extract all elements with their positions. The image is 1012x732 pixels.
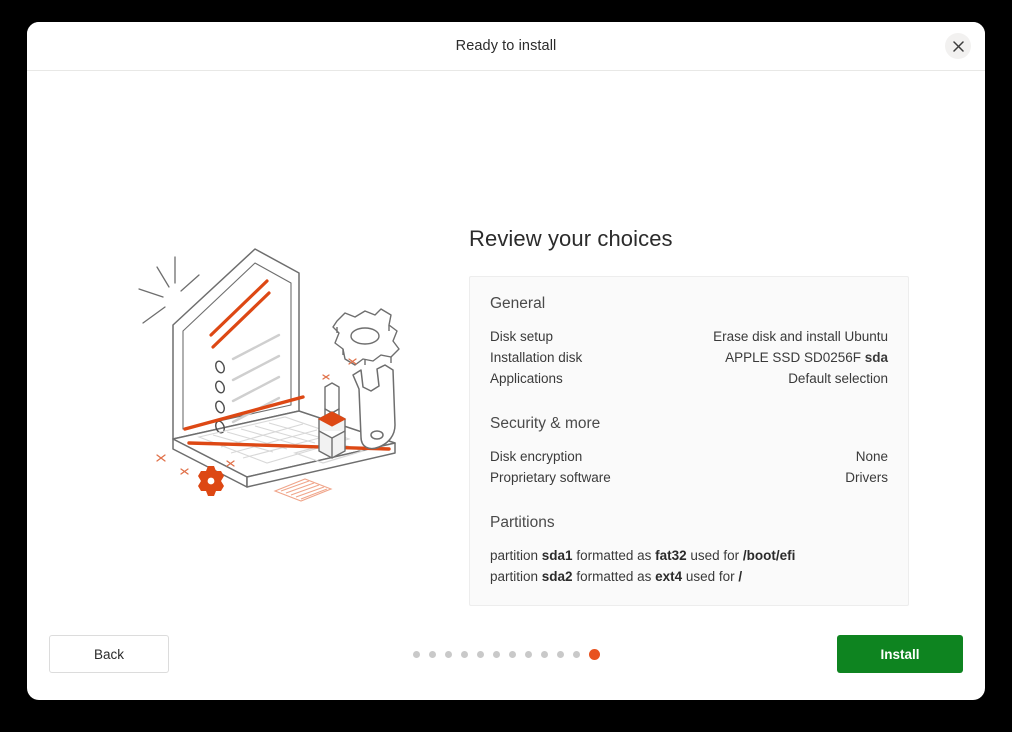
summary-key: Disk setup (490, 329, 554, 344)
window-content: Review your choices General Disk setup E… (27, 71, 985, 700)
pagination-dot[interactable] (492, 650, 500, 658)
hatch-decoration (273, 478, 333, 502)
summary-key: Installation disk (490, 350, 583, 365)
pagination-dot[interactable] (524, 650, 532, 658)
partition-mountpoint: / (738, 568, 743, 584)
partition-prefix: partition (490, 548, 542, 563)
summary-value: Drivers (845, 468, 888, 488)
summary-key: Applications (490, 371, 563, 386)
gear-outline-icon (332, 308, 400, 366)
pagination-dot[interactable] (460, 650, 468, 658)
section-heading-security: Security & more (490, 415, 601, 432)
partition-filesystem: fat32 (655, 548, 687, 563)
partition-mountpoint: /boot/efi (742, 548, 796, 563)
close-button[interactable] (945, 33, 971, 59)
pagination-dot[interactable] (540, 650, 548, 658)
summary-value: Erase disk and install Ubuntu (713, 327, 888, 347)
summary-row-disk-encryption: Disk encryption None (490, 447, 888, 467)
summary-row-disk-setup: Disk setup Erase disk and install Ubuntu (490, 327, 888, 347)
installer-review-illustration (127, 239, 417, 519)
pagination-dot[interactable] (508, 650, 516, 658)
summary-value-text: Drivers (845, 470, 888, 485)
summary-row-applications: Applications Default selection (490, 369, 888, 389)
partition-device: sda1 (541, 548, 573, 563)
pagination-dot[interactable] (556, 650, 564, 658)
pagination-dot[interactable] (428, 650, 436, 658)
summary-value-bold: sda (864, 350, 888, 365)
page-title: Review your choices (469, 226, 673, 251)
pagination-dot[interactable] (572, 650, 580, 658)
partition-suffix: used for (686, 548, 743, 563)
window-titlebar: Ready to install (27, 22, 985, 71)
pagination-dot-active[interactable] (588, 648, 600, 660)
back-button[interactable]: Back (49, 635, 169, 673)
summary-value-text: Erase disk and install Ubuntu (713, 329, 888, 344)
installer-window: Ready to install Review your choices Gen… (27, 22, 985, 700)
summary-value: Default selection (788, 369, 888, 389)
summary-row-installation-disk: Installation disk APPLE SSD SD0256F sda (490, 348, 888, 368)
pagination-dot[interactable] (476, 650, 484, 658)
pagination-dot[interactable] (412, 650, 420, 658)
summary-panel: General Disk setup Erase disk and instal… (469, 276, 909, 606)
window-footer: Back Install (27, 608, 985, 700)
partition-mid: formatted as (572, 568, 656, 584)
partition-line: partition sda2 formatted as ext4 used fo… (490, 567, 888, 588)
section-heading-general: General (490, 295, 546, 312)
summary-value-text: APPLE SSD SD0256F (725, 350, 865, 365)
illustration-svg (138, 248, 400, 502)
summary-value: None (856, 447, 888, 467)
window-title: Ready to install (455, 38, 557, 54)
summary-value: APPLE SSD SD0256F sda (725, 348, 888, 368)
partition-device: sda2 (541, 568, 573, 584)
summary-value-text: None (855, 449, 888, 464)
summary-key: Disk encryption (490, 449, 583, 464)
summary-key: Proprietary software (490, 470, 611, 485)
partition-line: partition sda1 formatted as fat32 used f… (490, 546, 888, 567)
section-heading-partitions: Partitions (490, 514, 555, 531)
summary-value-text: Default selection (788, 371, 888, 386)
close-icon (952, 40, 964, 52)
partition-mid: formatted as (572, 548, 656, 563)
install-button[interactable]: Install (837, 635, 963, 673)
desktop-background: Ready to install Review your choices Gen… (0, 0, 1012, 732)
review-column: Review your choices General Disk setup E… (469, 226, 909, 606)
partition-prefix: partition (490, 568, 542, 584)
summary-row-proprietary-software: Proprietary software Drivers (490, 468, 888, 488)
partition-filesystem: ext4 (655, 568, 683, 584)
pagination-dot[interactable] (444, 650, 452, 658)
partition-suffix: used for (682, 568, 739, 584)
